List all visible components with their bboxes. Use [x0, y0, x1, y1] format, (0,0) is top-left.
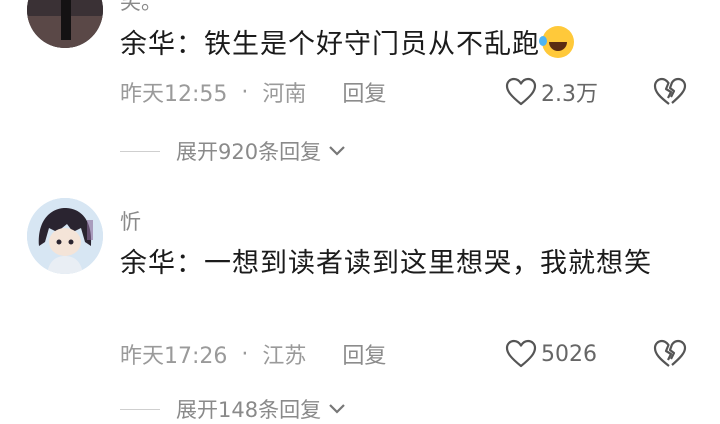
- comment-location: 江苏: [262, 344, 307, 369]
- chevron-down-icon: [329, 146, 345, 156]
- expand-divider: [120, 408, 160, 410]
- expand-divider: [120, 150, 160, 152]
- heart-outline-icon: [505, 339, 537, 368]
- comment-meta: 昨天17:26 · 江苏 回复: [120, 338, 386, 370]
- expand-replies-button[interactable]: 展开920条回复: [120, 136, 347, 166]
- comment-location: 河南: [262, 82, 307, 107]
- rolling-on-floor-laughing-emoji-icon: [539, 26, 574, 58]
- dislike-button[interactable]: [652, 76, 688, 108]
- comment-text: 余华：铁生是个好守门员从不乱跑: [120, 26, 680, 63]
- expand-replies-button[interactable]: 展开148条回复: [120, 394, 347, 424]
- like-count: 2.3万: [541, 82, 598, 107]
- meta-separator: ·: [241, 79, 249, 105]
- heart-outline-icon: [505, 77, 537, 106]
- chevron-down-icon: [329, 404, 345, 414]
- reply-button[interactable]: 回复: [342, 338, 386, 370]
- comment-meta: 昨天12:55 · 河南 回复: [120, 76, 386, 108]
- broken-heart-icon: [653, 339, 687, 367]
- comment-text: 余华：一想到读者读到这里想哭，我就想笑: [120, 248, 652, 279]
- comment-text-content: 余华：铁生是个好守门员从不乱跑: [120, 29, 540, 60]
- comment-username[interactable]: 笑。: [120, 0, 162, 16]
- comment-time: 昨天17:26: [120, 344, 228, 369]
- comment-time: 昨天12:55: [120, 82, 228, 107]
- meta-separator: ·: [241, 341, 249, 367]
- broken-heart-icon: [653, 77, 687, 105]
- avatar[interactable]: [27, 198, 103, 274]
- dislike-button[interactable]: [652, 338, 688, 370]
- like-button[interactable]: 5026: [505, 338, 597, 370]
- comment-username[interactable]: 忻: [120, 206, 141, 236]
- expand-label: 展开920条回复: [176, 140, 322, 164]
- expand-label: 展开148条回复: [176, 398, 322, 422]
- avatar[interactable]: [27, 0, 103, 48]
- reply-button[interactable]: 回复: [342, 76, 386, 108]
- like-button[interactable]: 2.3万: [505, 76, 598, 108]
- like-count: 5026: [541, 341, 597, 367]
